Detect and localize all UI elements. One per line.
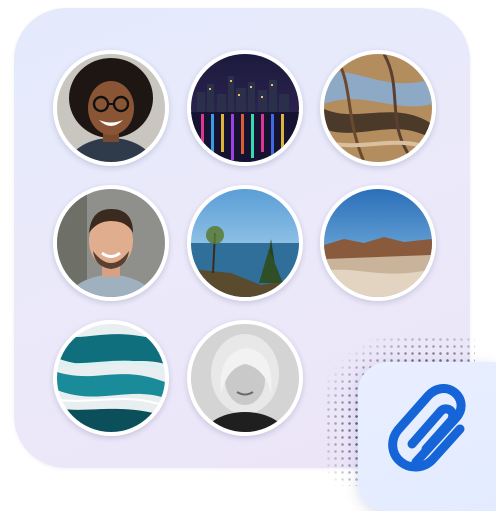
avatar-man-smiling[interactable] xyxy=(53,185,169,301)
photo-teal-marble[interactable] xyxy=(53,320,169,436)
avatar-woman-glasses-image xyxy=(57,54,165,162)
photo-wood-texture-image xyxy=(324,54,432,162)
photo-rocky-coast[interactable] xyxy=(320,185,436,301)
photo-teal-marble-image xyxy=(57,324,165,432)
avatar-blonde-woman-image xyxy=(191,324,299,432)
photo-rocky-coast-image xyxy=(324,189,432,297)
avatar-man-smiling-image xyxy=(57,189,165,297)
photo-wood-texture[interactable] xyxy=(320,50,436,166)
attachment-button[interactable] xyxy=(358,362,496,511)
paperclip-icon xyxy=(388,384,466,472)
photo-city-night[interactable] xyxy=(187,50,303,166)
avatar-woman-glasses[interactable] xyxy=(53,50,169,166)
photo-city-night-image xyxy=(191,54,299,162)
avatar-blonde-woman[interactable] xyxy=(187,320,303,436)
photo-lake-tree[interactable] xyxy=(187,185,303,301)
photo-lake-tree-image xyxy=(191,189,299,297)
